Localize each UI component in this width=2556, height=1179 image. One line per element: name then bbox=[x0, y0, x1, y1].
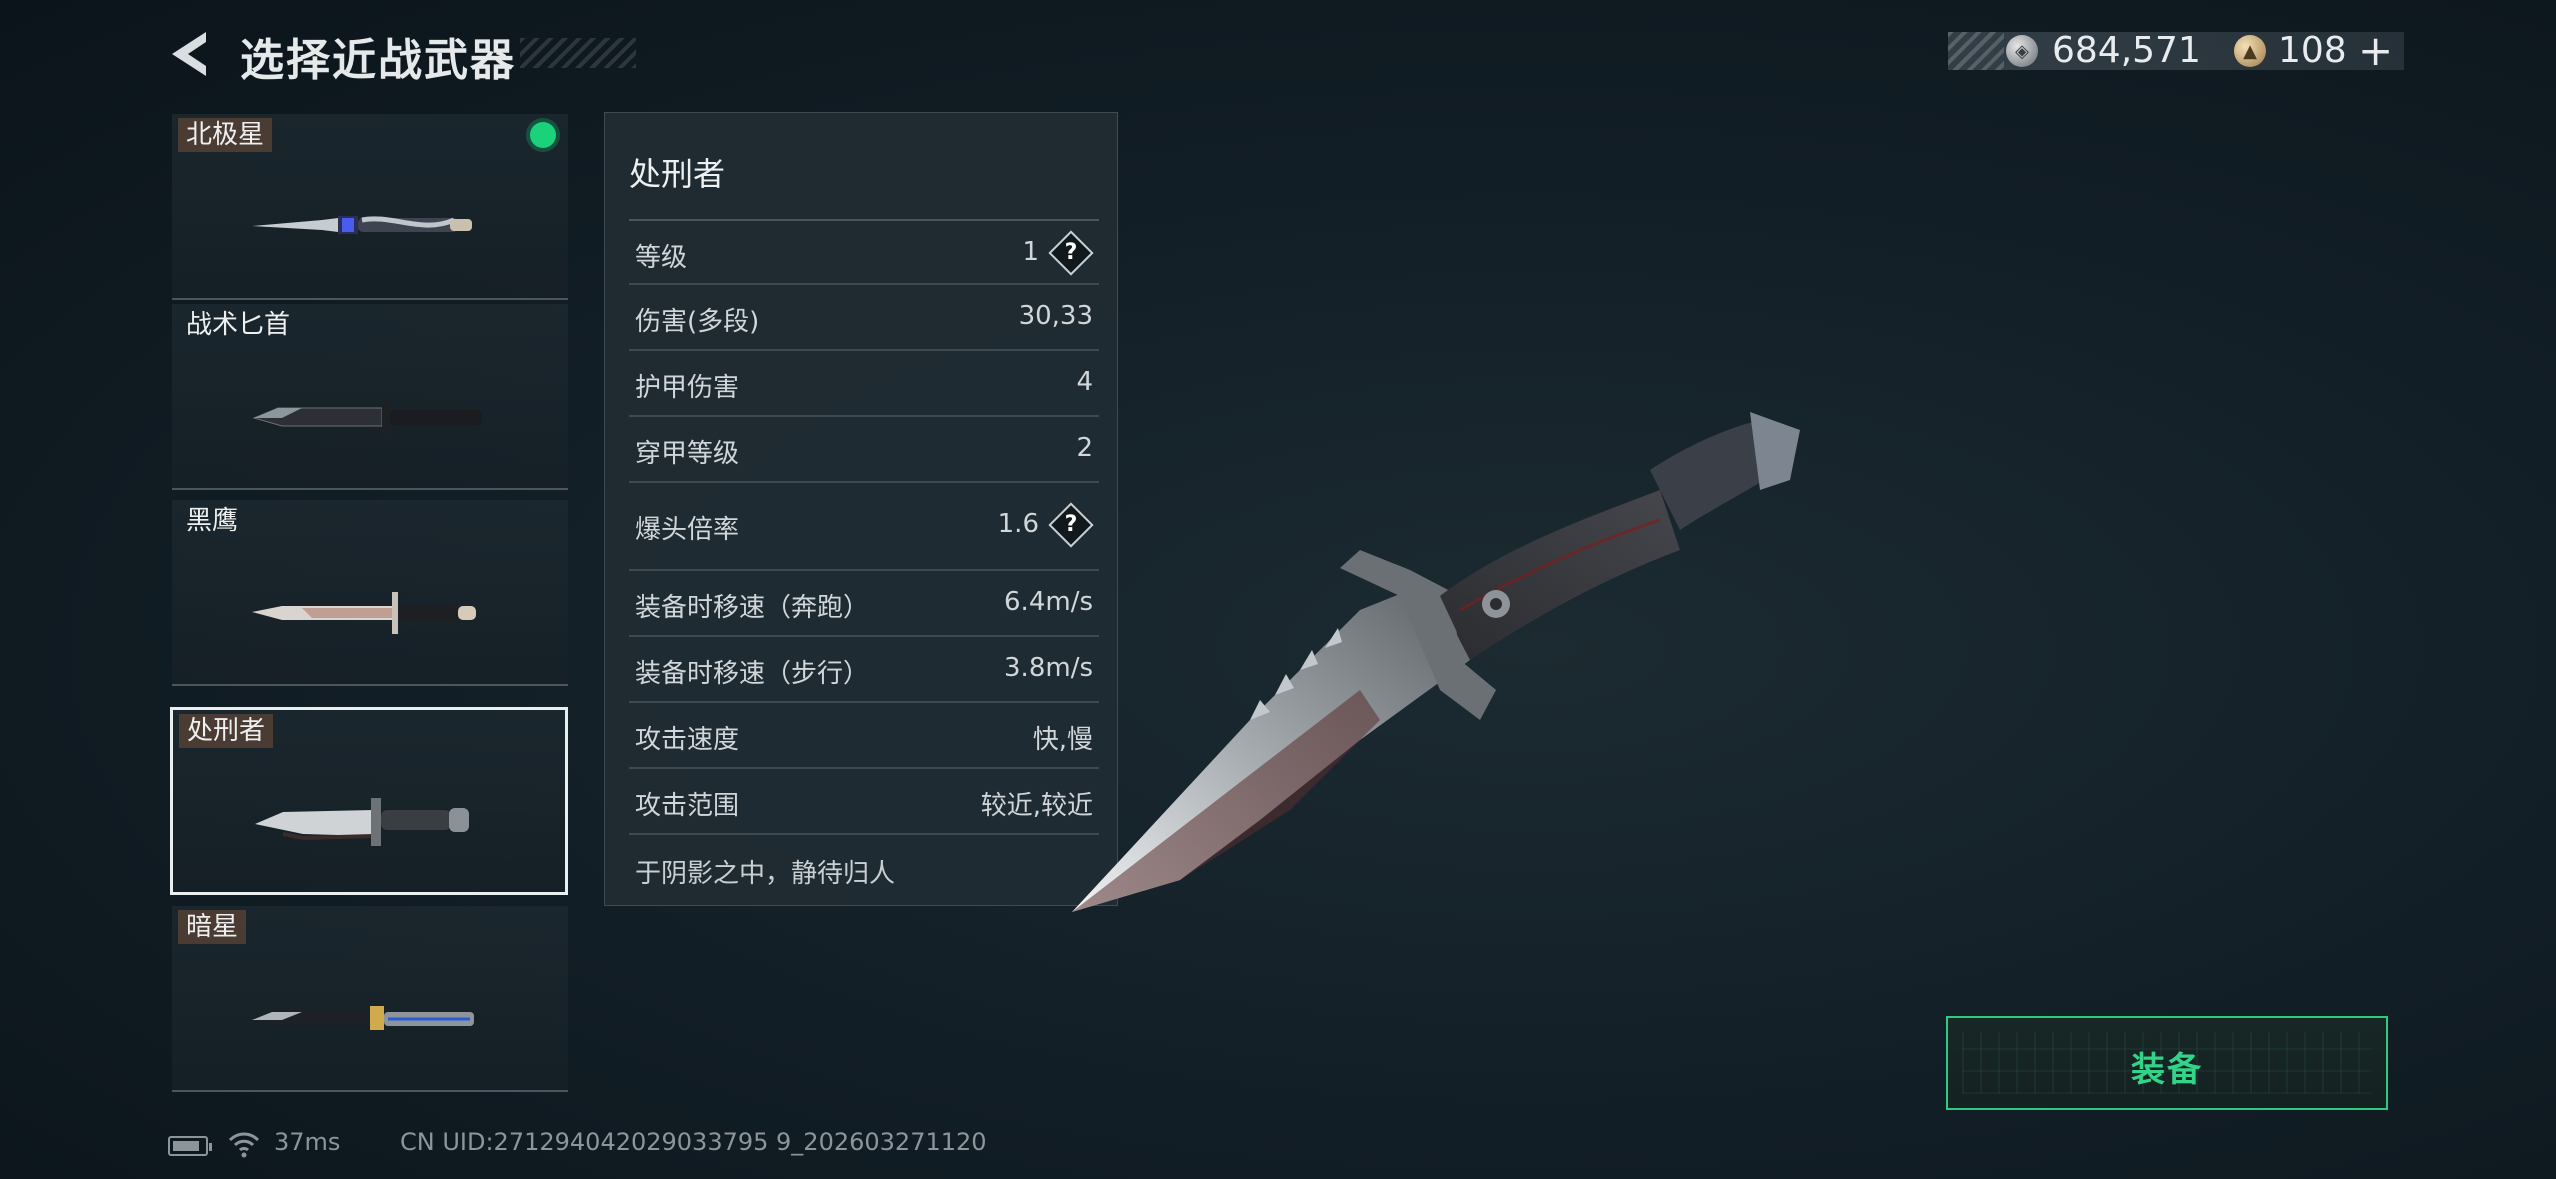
ping-text: 37ms bbox=[274, 1128, 341, 1156]
stat-row-walk-speed: 装备时移速（步行） 3.8m/s bbox=[629, 637, 1099, 703]
stat-row-run-speed: 装备时移速（奔跑） 6.4m/s bbox=[629, 571, 1099, 637]
stat-value: 1 bbox=[1022, 237, 1039, 267]
black-hawk-knife-icon bbox=[252, 592, 476, 634]
gold-coin-icon: ▲ bbox=[2234, 35, 2266, 67]
weapon-card-label: 黑鹰 bbox=[186, 506, 239, 536]
stat-row-attack-speed: 攻击速度 快,慢 bbox=[629, 703, 1099, 769]
stat-label: 爆头倍率 bbox=[635, 515, 740, 545]
stat-row-level: 等级 1 ? bbox=[629, 221, 1099, 285]
stat-row-damage: 伤害(多段) 30,33 bbox=[629, 285, 1099, 351]
equipped-indicator-icon bbox=[530, 122, 556, 148]
dark-star-knife-icon bbox=[252, 1006, 474, 1030]
stat-label: 等级 bbox=[635, 243, 688, 273]
executioner-knife-icon bbox=[255, 798, 469, 846]
back-arrow-icon[interactable] bbox=[166, 28, 214, 80]
weapon-card-label: 处刑者 bbox=[179, 714, 274, 748]
weapon-card-label: 北极星 bbox=[178, 118, 273, 152]
stat-label: 护甲伤害 bbox=[635, 373, 740, 403]
help-icon[interactable]: ? bbox=[1048, 230, 1094, 276]
wifi-icon bbox=[228, 1132, 260, 1158]
equip-button-label: 装备 bbox=[2131, 1050, 2203, 1090]
weapon-card-polaris[interactable]: 北极星 bbox=[172, 114, 568, 300]
weapon-card-black-hawk[interactable]: 黑鹰 bbox=[172, 500, 568, 686]
weapon-card-tactical-dagger[interactable]: 战术匕首 bbox=[172, 304, 568, 490]
stat-value: 30,33 bbox=[1018, 301, 1093, 331]
weapon-card-label: 暗星 bbox=[178, 910, 247, 944]
weapon-card-executioner[interactable]: 处刑者 bbox=[170, 707, 568, 895]
silver-amount: 684,571 bbox=[2052, 30, 2201, 71]
stat-label: 攻击速度 bbox=[635, 725, 740, 755]
weapon-description: 于阴影之中，静待归人 bbox=[635, 859, 896, 889]
weapon-stats-panel: 处刑者 等级 1 ? 伤害(多段) 30,33 护甲伤害 4 穿甲等级 2 爆头… bbox=[604, 112, 1118, 906]
add-currency-button[interactable]: + bbox=[2358, 26, 2393, 75]
equip-button[interactable]: 装备 bbox=[1946, 1016, 2388, 1110]
stat-row-headshot: 爆头倍率 1.6 ? bbox=[629, 483, 1099, 571]
executioner-knife-render bbox=[1072, 412, 1800, 912]
stat-value: 1.6 bbox=[997, 509, 1039, 539]
stat-row-attack-range: 攻击范围 较近,较近 bbox=[629, 769, 1099, 835]
tactical-dagger-icon bbox=[252, 398, 482, 436]
stat-label: 伤害(多段) bbox=[635, 307, 760, 337]
stat-label: 装备时移速（步行） bbox=[635, 659, 870, 689]
weapon-card-dark-star[interactable]: 暗星 bbox=[172, 906, 568, 1092]
stat-row-armor-damage: 护甲伤害 4 bbox=[629, 351, 1099, 417]
silver-coin-icon: ◈ bbox=[2006, 35, 2038, 67]
page-title: 选择近战武器 bbox=[240, 35, 516, 86]
gold-amount: 108 bbox=[2278, 30, 2347, 71]
stat-row-penetration: 穿甲等级 2 bbox=[629, 417, 1099, 483]
weapon-card-label: 战术匕首 bbox=[186, 310, 291, 340]
uid-text: CN UID:271294042029033795 9_202603271120 bbox=[400, 1128, 987, 1156]
title-decoration bbox=[520, 38, 636, 68]
stat-label: 穿甲等级 bbox=[635, 439, 740, 469]
weapon-name: 处刑者 bbox=[629, 155, 726, 193]
battery-icon bbox=[168, 1136, 212, 1156]
polaris-knife-icon bbox=[252, 216, 472, 234]
stat-label: 装备时移速（奔跑） bbox=[635, 593, 870, 623]
stat-label: 攻击范围 bbox=[635, 791, 740, 821]
